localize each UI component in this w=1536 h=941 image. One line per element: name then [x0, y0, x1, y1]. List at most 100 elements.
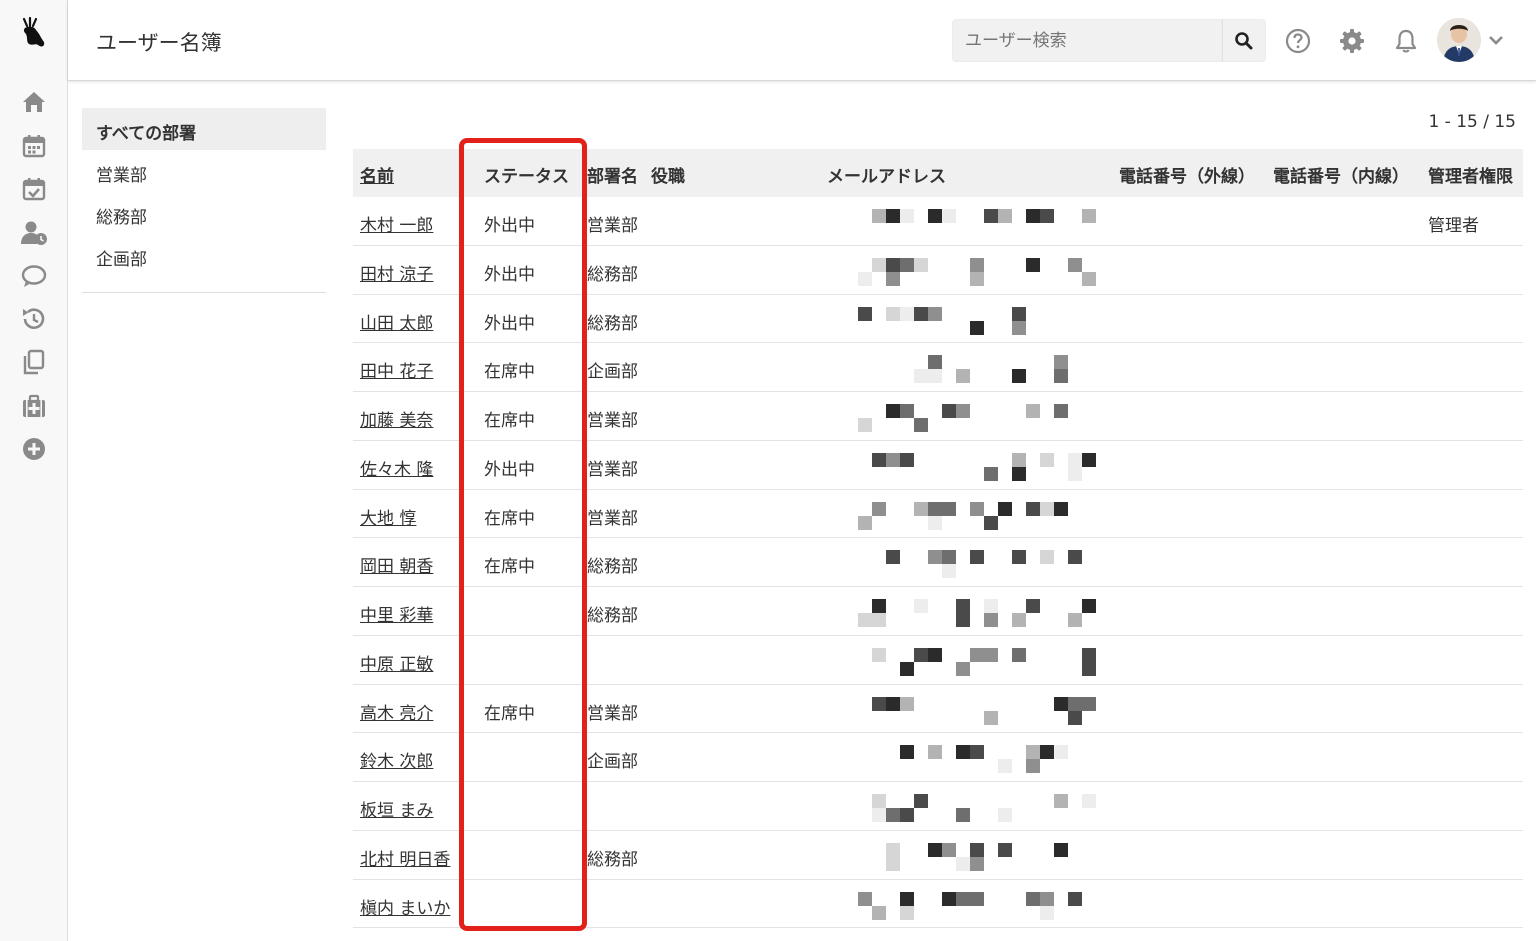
user-name-link[interactable]: 田中 花子	[360, 357, 433, 382]
search-button[interactable]	[1222, 19, 1266, 62]
home-icon[interactable]	[18, 87, 50, 117]
table-row: 板垣 まみ	[353, 782, 1523, 831]
table-row: 大地 惇 在席中 営業部	[353, 490, 1523, 539]
avatar[interactable]	[1437, 18, 1481, 62]
table-row: 槇内 まいか	[353, 880, 1523, 929]
redacted-contact-mosaic	[858, 205, 1108, 237]
status-cell: 在席中	[484, 362, 535, 383]
admin-cell: 管理者	[1428, 216, 1479, 236]
table-body: 木村 一郎 外出中 営業部 管理者 田村 涼子 外出中 総務部 山田 太郎 外出中 総務部 田中 花…	[353, 197, 1523, 929]
column-header-status: ステータス	[484, 167, 569, 187]
redacted-contact-mosaic	[858, 449, 1108, 481]
user-name-link[interactable]: 田村 涼子	[360, 260, 433, 285]
search-input[interactable]	[952, 19, 1222, 62]
top-header: ユーザー名簿	[68, 0, 1536, 81]
table-row: 岡田 朝香 在席中 総務部	[353, 538, 1523, 587]
plus-circle-icon[interactable]	[18, 434, 50, 464]
department-cell: 営業部	[587, 411, 638, 431]
department-cell: 営業部	[587, 459, 638, 480]
department-cell: 企画部	[587, 752, 638, 773]
department-cell: 総務部	[587, 849, 638, 870]
table-row: 高木 亮介 在席中 営業部	[353, 685, 1523, 734]
department-list: すべての部署 営業部 総務部 企画部	[82, 108, 326, 293]
redacted-contact-mosaic	[858, 693, 1108, 725]
user-name-link[interactable]: 槇内 まいか	[360, 894, 450, 919]
user-name-link[interactable]: 加藤 美奈	[360, 406, 433, 431]
user-name-link[interactable]: 板垣 まみ	[360, 796, 433, 821]
department-item-planning[interactable]: 企画部	[82, 234, 326, 276]
status-cell: 外出中	[484, 313, 535, 334]
table-row: 田村 涼子 外出中 総務部	[353, 246, 1523, 295]
user-table: 名前 ステータス 部署名 役職 メールアドレス 電話番号（外線） 電話番号（内線…	[353, 149, 1523, 929]
redacted-contact-mosaic	[858, 644, 1108, 676]
status-cell: 外出中	[484, 264, 535, 285]
column-header-admin: 管理者権限	[1428, 167, 1513, 187]
user-name-link[interactable]: 中原 正敏	[360, 650, 433, 675]
status-cell: 在席中	[484, 557, 535, 578]
redacted-contact-mosaic	[858, 790, 1108, 822]
department-cell: 営業部	[587, 703, 638, 724]
status-cell: 在席中	[484, 508, 535, 529]
medkit-icon[interactable]	[18, 391, 50, 421]
department-cell: 総務部	[587, 264, 638, 285]
chat-icon[interactable]	[18, 261, 50, 291]
user-clock-icon[interactable]	[18, 218, 50, 248]
user-name-link[interactable]: 木村 一郎	[360, 211, 433, 236]
user-name-link[interactable]: 鈴木 次郎	[360, 747, 433, 772]
redacted-contact-mosaic	[858, 741, 1108, 774]
column-header-phone-internal: 電話番号（内線）	[1273, 167, 1409, 187]
page-title: ユーザー名簿	[96, 31, 222, 55]
search-icon	[1235, 31, 1253, 49]
table-row: 中原 正敏	[353, 636, 1523, 685]
icon-rail	[0, 0, 68, 941]
user-name-link[interactable]: 山田 太郎	[360, 309, 433, 334]
status-cell: 外出中	[484, 459, 535, 480]
redacted-contact-mosaic	[858, 303, 1108, 335]
gear-icon[interactable]	[1337, 26, 1367, 56]
bell-icon[interactable]	[1391, 26, 1421, 56]
column-header-role: 役職	[651, 167, 685, 187]
table-row: 田中 花子 在席中 企画部	[353, 343, 1523, 392]
status-cell: 在席中	[484, 411, 535, 431]
calendar-check-icon[interactable]	[18, 174, 50, 204]
redacted-contact-mosaic	[858, 888, 1108, 920]
column-header-name[interactable]: 名前	[360, 162, 394, 187]
user-name-link[interactable]: 中里 彩華	[360, 601, 433, 626]
deer-logo-icon[interactable]	[16, 16, 50, 52]
status-cell: 在席中	[484, 703, 535, 724]
user-name-link[interactable]: 北村 明日香	[360, 845, 450, 870]
column-header-phone-external: 電話番号（外線）	[1119, 167, 1255, 187]
user-name-link[interactable]: 高木 亮介	[360, 699, 433, 724]
table-row: 山田 太郎 外出中 総務部	[353, 295, 1523, 344]
department-item-all[interactable]: すべての部署	[82, 108, 326, 150]
help-icon[interactable]	[1283, 26, 1313, 56]
redacted-contact-mosaic	[858, 498, 1108, 530]
user-name-link[interactable]: 岡田 朝香	[360, 552, 433, 577]
user-name-link[interactable]: 佐々木 隆	[360, 455, 433, 480]
department-cell: 営業部	[587, 216, 638, 236]
table-row: 佐々木 隆 外出中 営業部	[353, 441, 1523, 490]
table-header: 名前 ステータス 部署名 役職 メールアドレス 電話番号（外線） 電話番号（内線…	[353, 149, 1523, 197]
pagination-count: 1 - 15 / 15	[1428, 112, 1516, 132]
redacted-contact-mosaic	[858, 595, 1108, 627]
department-cell: 総務部	[587, 606, 638, 626]
table-row: 加藤 美奈 在席中 営業部	[353, 392, 1523, 441]
redacted-contact-mosaic	[858, 400, 1108, 432]
department-cell: 総務部	[587, 557, 638, 578]
table-row: 北村 明日香 総務部	[353, 831, 1523, 880]
table-row: 木村 一郎 外出中 営業部 管理者	[353, 197, 1523, 246]
department-item-sales[interactable]: 営業部	[82, 150, 326, 192]
department-cell: 総務部	[587, 313, 638, 334]
department-item-general-affairs[interactable]: 総務部	[82, 192, 326, 234]
redacted-contact-mosaic	[858, 254, 1108, 286]
column-header-department: 部署名	[587, 167, 638, 187]
table-row: 鈴木 次郎 企画部	[353, 733, 1523, 782]
department-cell: 企画部	[587, 362, 638, 383]
user-name-link[interactable]: 大地 惇	[360, 504, 416, 529]
copy-icon[interactable]	[18, 347, 50, 377]
history-icon[interactable]	[18, 304, 50, 334]
chevron-down-icon[interactable]	[1486, 30, 1506, 50]
redacted-contact-mosaic	[858, 351, 1108, 384]
calendar-icon[interactable]	[18, 131, 50, 161]
table-row: 中里 彩華 総務部	[353, 587, 1523, 636]
